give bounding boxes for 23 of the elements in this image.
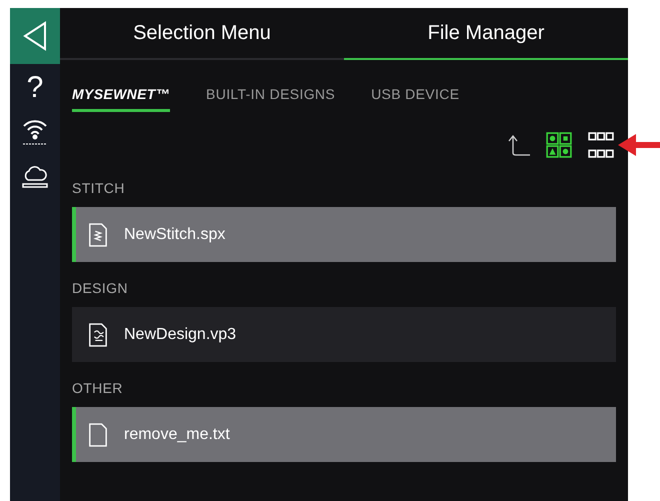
file-name: NewDesign.vp3 xyxy=(124,324,236,344)
file-icon xyxy=(88,422,108,448)
small-icons-view-button[interactable] xyxy=(586,130,616,160)
file-icon xyxy=(88,222,108,248)
source-tab[interactable]: USB DEVICE xyxy=(371,84,460,112)
section-heading: STITCH xyxy=(72,179,126,198)
back-icon xyxy=(22,21,48,51)
file-name: remove_me.txt xyxy=(124,424,230,444)
top-tab[interactable]: File Manager xyxy=(344,8,628,60)
large-icons-view-button[interactable] xyxy=(544,130,574,160)
section-heading: DESIGN xyxy=(72,279,129,298)
source-tab[interactable]: MYSEWNET™ xyxy=(72,84,170,112)
help-button[interactable]: ? xyxy=(26,68,44,108)
top-tab[interactable]: Selection Menu xyxy=(60,8,344,60)
back-button[interactable] xyxy=(10,8,60,64)
file-name: NewStitch.spx xyxy=(124,224,226,244)
file-row[interactable]: remove_me.txt xyxy=(72,407,616,462)
section-heading: OTHER xyxy=(72,379,124,398)
file-row[interactable]: NewDesign.vp3 xyxy=(72,307,616,362)
source-tab[interactable]: BUILT-IN DESIGNS xyxy=(206,84,336,112)
file-icon xyxy=(88,322,108,348)
file-row[interactable]: NewStitch.spx xyxy=(72,207,616,262)
folder-up-icon[interactable] xyxy=(506,133,532,157)
